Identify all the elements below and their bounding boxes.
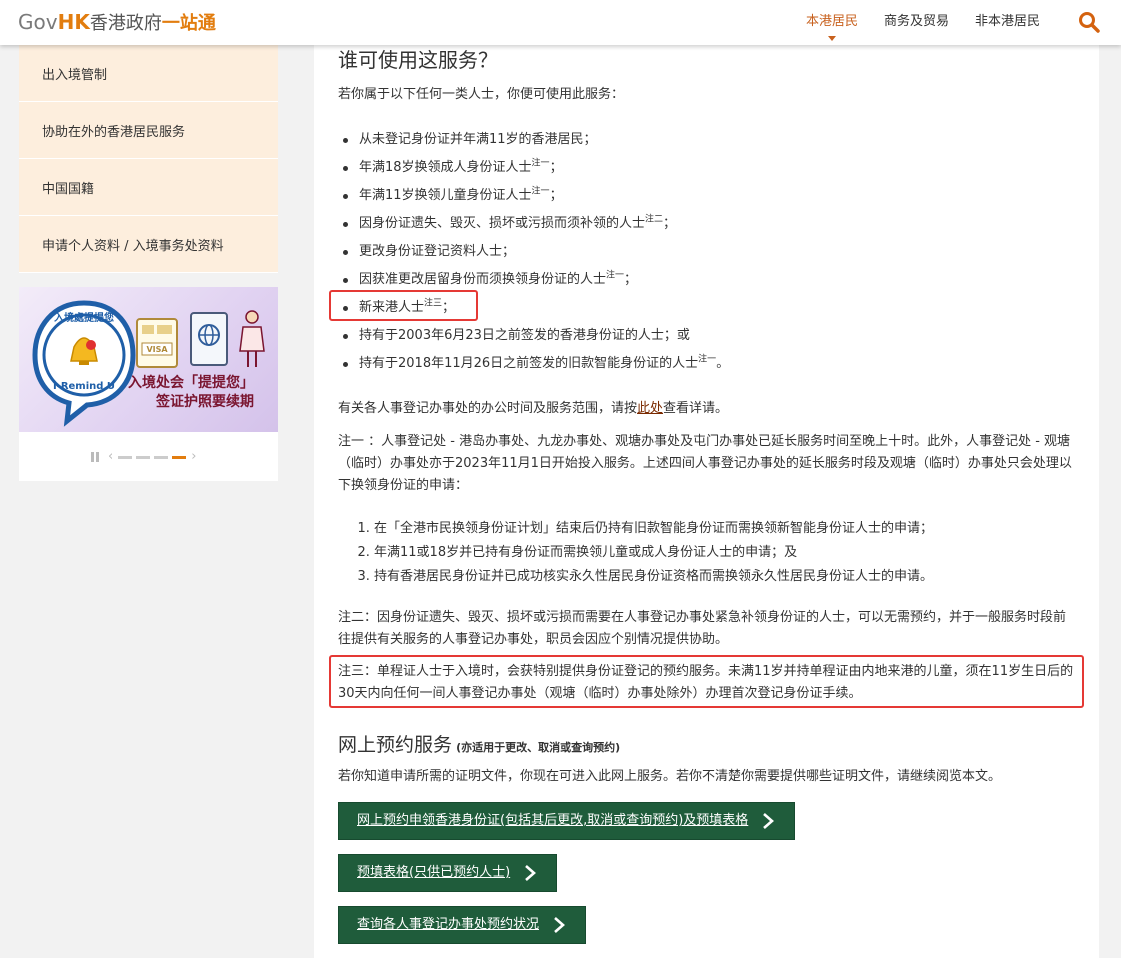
i-remind-badge-icon: 入境處提提您 I-Remind U: [32, 300, 136, 427]
list-item: 年满18岁换领成人身份证人士注一；: [338, 154, 729, 182]
intro-text: 若你属于以下任何一类人士，你便可使用此服务：: [338, 87, 625, 102]
logo-hk-text: HK: [57, 10, 90, 34]
banner-line2: 签证护照要续期: [156, 394, 254, 410]
note-1-list: 在「全港市民换领身份证计划」结束后仍持有旧款智能身份证而需换领新智能身份证人士的…: [338, 517, 1074, 589]
sidebar-item-assistance-abroad[interactable]: 协助在外的香港居民服务: [19, 102, 278, 159]
visa-card-icon: VISA: [136, 318, 178, 368]
person-icon: [239, 310, 265, 367]
list-item: 持有香港居民身份证并已成功核实永久性居民身份证资格而需换领永久性居民身份证人士的…: [374, 565, 1074, 589]
banner-line1: 入境处会「提提您」: [128, 375, 254, 391]
pause-icon[interactable]: [91, 452, 99, 462]
list-item: 年满11或18岁并已持有身份证而需换领儿童或成人身份证人士的申请；及: [374, 541, 1074, 565]
search-icon: [1079, 12, 1100, 33]
note-2: 注二：因身份证遗失、毁灭、损坏或污损而需要在人事登记办事处紧急补领身份证的人士，…: [338, 610, 1067, 647]
chevron-right-icon: [554, 917, 565, 933]
note-ref: 注二: [645, 214, 664, 225]
note-ref: 注一: [606, 270, 625, 281]
section-subtitle-online: (亦适用于更改、取消或查询预约): [456, 741, 621, 754]
search-button[interactable]: [1077, 10, 1101, 34]
list-item: 持有于2003年6月23日之前签发的香港身份证的人士；或: [338, 322, 729, 350]
promo-banner: 入境處提提您 I-Remind U VISA 入境处会「提提您」 签证护照要续期…: [19, 287, 278, 481]
govhk-logo[interactable]: GovHK香港政府一站通: [18, 9, 216, 37]
list-item: 持有于2018年11月26日之前签发的旧款智能身份证的人士注一。: [338, 350, 729, 378]
chevron-right-icon: [763, 813, 775, 829]
prefill-form-button[interactable]: 预填表格(只供已预约人士): [338, 854, 558, 892]
list-item: 在「全港市民换领身份证计划」结束后仍持有旧款智能身份证而需换领新智能身份证人士的…: [374, 517, 1074, 541]
chevron-right-icon: [525, 865, 537, 881]
sidebar-item-personal-data[interactable]: 申请个人资料 / 入境事务处资料: [19, 216, 278, 273]
list-item: 更改身份证登记资料人士；: [338, 238, 729, 266]
slide-dot-2[interactable]: [136, 455, 151, 459]
note-1: 注一 ：人事登记处 - 港岛办事处、九龙办事处、观塘办事处及屯门办事处已延长服务…: [338, 434, 1072, 493]
online-intro-text: 若你知道申请所需的证明文件，你现在可进入此网上服务。若你不清楚你需要提供哪些证明…: [338, 769, 1002, 784]
logo-chinese-text: 香港政府: [89, 13, 162, 34]
highlight-box-note-3: [329, 655, 1084, 708]
slider-controls: ‹ ›: [91, 450, 199, 463]
banner-caption: 入境处会「提提您」 签证护照要续期: [128, 374, 254, 412]
main-panel: 谁可使用这服务？ 若你属于以下任何一类人士，你便可使用此服务： 从未登记身份证并…: [314, 45, 1099, 958]
sidebar-item-chinese-nationality[interactable]: 中国国籍: [19, 159, 278, 216]
note-ref: 注一: [698, 354, 717, 365]
eligibility-list: 从未登记身份证并年满11岁的香港居民； 年满18岁换领成人身份证人士注一； 年满…: [338, 126, 729, 378]
office-info-text: 有关各人事登记办事处的办公时间及服务范围，请按此处查看详请。: [338, 401, 729, 416]
slide-dot-3[interactable]: [154, 455, 169, 459]
online-booking-button[interactable]: 网上预约申领香港身份证(包括其后更改,取消或查询预约)及预填表格: [338, 802, 796, 840]
site-header: GovHK香港政府一站通 本港居民 商务及贸易 非本港居民: [0, 0, 1121, 45]
logo-gov-text: Gov: [18, 10, 58, 34]
section-title-online: 网上预约服务: [338, 734, 453, 756]
list-item: 因身份证遗失、毁灭、损坏或污损而须补领的人士注二；: [338, 210, 729, 238]
visa-text: VISA: [146, 345, 168, 354]
booking-status-button[interactable]: 查询各人事登记办事处预约状况: [338, 906, 587, 944]
badge-bottom-text: I-Remind U: [53, 381, 115, 392]
list-item: 从未登记身份证并年满11岁的香港居民；: [338, 126, 729, 154]
online-section-heading: 网上预约服务 (亦适用于更改、取消或查询预约): [338, 734, 620, 759]
section-title-eligibility: 谁可使用这服务？: [338, 48, 498, 72]
chevron-left-icon[interactable]: ‹: [108, 450, 113, 463]
logo-one-stop-text: 一站通: [161, 13, 216, 34]
list-item: 年满11岁换领儿童身份证人士注一；: [338, 182, 729, 210]
badge-top-text: 入境處提提您: [54, 311, 114, 324]
nav-non-residents[interactable]: 非本港居民: [962, 0, 1053, 45]
office-details-link[interactable]: 此处: [637, 401, 663, 416]
banner-image[interactable]: 入境處提提您 I-Remind U VISA 入境处会「提提您」 签证护照要续期: [19, 287, 278, 432]
top-nav: 本港居民 商务及贸易 非本港居民: [793, 0, 1053, 45]
slide-dot-1[interactable]: [118, 455, 133, 459]
nav-business[interactable]: 商务及贸易: [871, 0, 962, 45]
highlight-box-newcomer: [329, 290, 478, 321]
note-ref: 注一: [531, 186, 550, 197]
chevron-right-icon[interactable]: ›: [191, 450, 196, 463]
passport-icon: [190, 312, 228, 366]
note-ref: 注一: [531, 158, 550, 169]
sidebar-item-immigration-control[interactable]: 出入境管制: [19, 45, 278, 102]
slide-dot-4-active[interactable]: [172, 455, 187, 459]
sidebar: 出入境管制 协助在外的香港居民服务 中国国籍 申请个人资料 / 入境事务处资料 …: [19, 45, 278, 481]
nav-residents[interactable]: 本港居民: [793, 0, 871, 45]
